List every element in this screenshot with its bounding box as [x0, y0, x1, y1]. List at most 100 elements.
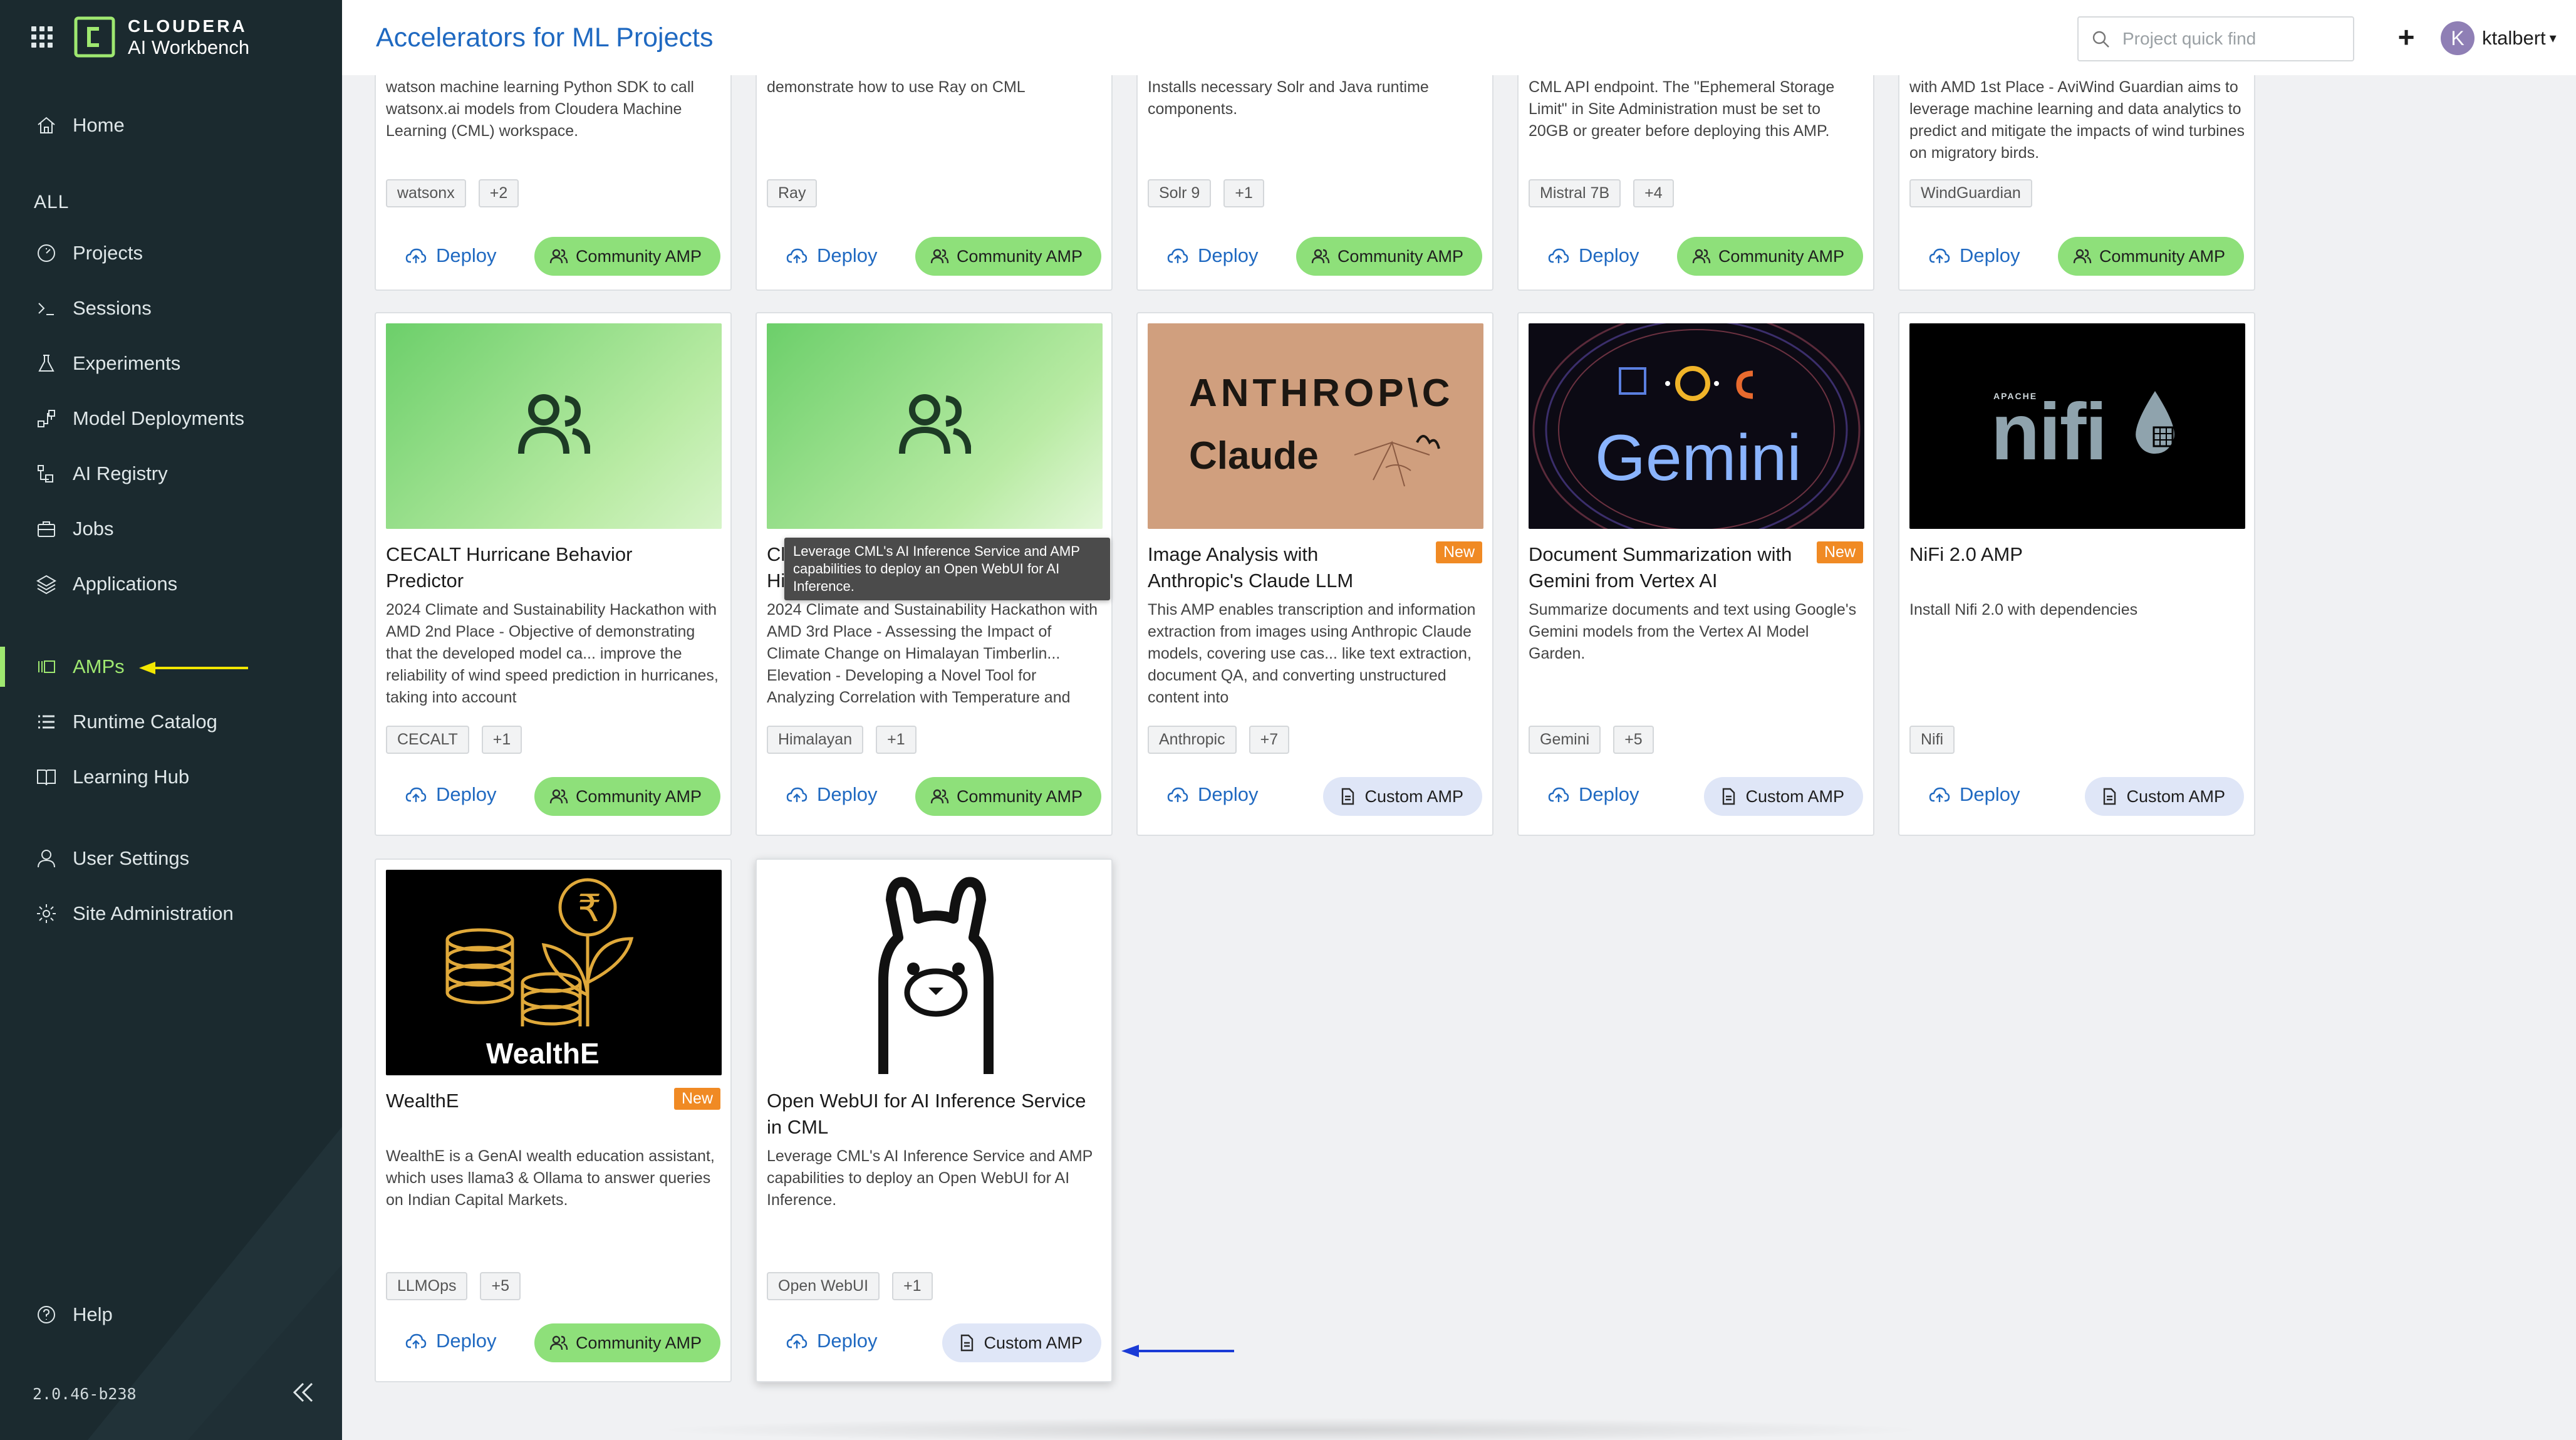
deploy-button[interactable]: Deploy	[1928, 244, 2020, 267]
app-launcher-icon[interactable]	[31, 26, 53, 48]
custom-amp-badge: Custom AMP	[1323, 777, 1482, 816]
list-icon	[34, 709, 59, 734]
nav-home[interactable]: Home	[0, 100, 342, 150]
user-icon	[34, 846, 59, 871]
home-icon	[34, 113, 59, 138]
card-description: Installs necessary Solr and Java runtime…	[1148, 78, 1429, 118]
amp-card: CML API endpoint. The "Ephemeral Storage…	[1517, 38, 1874, 291]
nav-applications[interactable]: Applications	[0, 559, 342, 609]
card-title: NiFi 2.0 AMP	[1909, 543, 2023, 565]
collapse-sidebar-icon[interactable]	[289, 1379, 317, 1406]
deploy-button[interactable]: Deploy	[786, 244, 878, 267]
version-label: 2.0.46-b238	[33, 1385, 137, 1403]
custom-amp-badge: Custom AMP	[1704, 777, 1863, 816]
nav-home-label: Home	[73, 114, 125, 136]
new-badge: New	[1816, 541, 1863, 563]
community-amp-badge: Community AMP	[2057, 237, 2244, 276]
deploy-button[interactable]: Deploy	[1928, 783, 2020, 806]
tooltip: Leverage CML's AI Inference Service and …	[784, 538, 1110, 600]
nav-model-deployments-label: Model Deployments	[73, 407, 244, 429]
cloud-upload-icon	[786, 1333, 808, 1349]
deploy-button[interactable]: Deploy	[405, 783, 497, 806]
cloud-upload-icon	[1929, 787, 1950, 802]
amp-card: Installs necessary Solr and Java runtime…	[1136, 38, 1493, 291]
amp-card: APACHE nifi NiFi 2.0 AMP Install Nifi 2.…	[1898, 312, 2255, 836]
card-description: demonstrate how to use Ray on CML	[767, 78, 1026, 96]
deploy-button[interactable]: Deploy	[1166, 244, 1259, 267]
tag: WindGuardian	[1909, 179, 2032, 207]
tag: +1	[892, 1272, 933, 1300]
nav-model-deployments[interactable]: Model Deployments	[0, 394, 342, 444]
users-icon	[1311, 249, 1330, 264]
deploy-button[interactable]: Deploy	[405, 244, 497, 267]
nav-sessions[interactable]: Sessions	[0, 283, 342, 333]
nav-ai-registry-label: AI Registry	[73, 462, 168, 484]
card-title: CECALT Hurricane Behavior Predictor	[386, 543, 633, 592]
tag: +1	[481, 726, 522, 754]
deploy-button[interactable]: Deploy	[786, 1330, 878, 1352]
nav-user-settings[interactable]: User Settings	[0, 833, 342, 884]
cloud-upload-icon	[1548, 787, 1569, 802]
ollama-llama-icon	[878, 877, 994, 1074]
book-icon	[34, 764, 59, 790]
user-menu[interactable]: K ktalbert ▾	[2441, 21, 2557, 55]
tag: Open WebUI	[767, 1272, 880, 1300]
nav-ai-registry[interactable]: AI Registry	[0, 449, 342, 499]
nav-learning-hub[interactable]: Learning Hub	[0, 752, 342, 802]
nav-site-administration-label: Site Administration	[73, 902, 234, 924]
sketch-icon	[1354, 435, 1440, 487]
brand-product: AI Workbench	[128, 36, 250, 58]
deploy-button[interactable]: Deploy	[786, 783, 878, 806]
tag: Nifi	[1909, 726, 1955, 754]
tag: LLMOps	[386, 1272, 468, 1300]
tag: +4	[1633, 179, 1674, 207]
nav-runtime-catalog[interactable]: Runtime Catalog	[0, 697, 342, 747]
deploy-button[interactable]: Deploy	[405, 1330, 497, 1352]
tag: +5	[1613, 726, 1654, 754]
tag: Ray	[767, 179, 818, 207]
add-button[interactable]: +	[2391, 23, 2422, 54]
nav-jobs[interactable]: Jobs	[0, 504, 342, 554]
cloud-upload-icon	[405, 1333, 427, 1349]
brand-name: CLOUDERA	[128, 16, 247, 36]
deploy-button[interactable]: Deploy	[1166, 783, 1259, 806]
nav-applications-label: Applications	[73, 573, 178, 595]
amp-card: ANTHROP\C Claude Image Analysis with Ant…	[1136, 312, 1493, 836]
caret-down-icon: ▾	[2549, 30, 2557, 46]
nav-section-all: ALL	[34, 192, 70, 212]
card-thumbnail: APACHE nifi	[1909, 323, 2245, 529]
nav-projects[interactable]: Projects	[0, 228, 342, 278]
cloud-upload-icon	[405, 787, 427, 802]
nav-learning-hub-label: Learning Hub	[73, 766, 190, 788]
users-icon	[1692, 249, 1711, 264]
tag: +2	[478, 179, 519, 207]
community-amp-badge: Community AMP	[915, 777, 1101, 816]
community-amp-badge: Community AMP	[534, 1323, 720, 1362]
card-description: This AMP enables transcription and infor…	[1148, 601, 1476, 706]
search-input[interactable]	[2122, 29, 2335, 49]
nav-site-administration[interactable]: Site Administration	[0, 889, 342, 939]
nifi-logo-text: nifi	[1991, 387, 2107, 477]
registry-icon	[34, 461, 59, 486]
users-icon	[2073, 249, 2092, 264]
card-title: Image Analysis with Anthropic's Claude L…	[1148, 543, 1354, 592]
tag: +1	[1223, 179, 1264, 207]
users-icon	[549, 249, 568, 264]
terminal-icon	[34, 296, 59, 321]
users-icon	[549, 789, 568, 804]
users-icon	[930, 249, 949, 264]
cloud-upload-icon	[786, 787, 808, 802]
cloud-upload-icon	[1548, 248, 1569, 263]
deploy-button[interactable]: Deploy	[1547, 244, 1639, 267]
project-quick-find[interactable]	[2077, 16, 2354, 61]
flask-icon	[34, 351, 59, 376]
amp-card: Gemini Document Summarization with Gemin…	[1517, 312, 1874, 836]
rupee-icon: ₹	[578, 887, 601, 931]
card-description: WealthE is a GenAI wealth education assi…	[386, 1147, 715, 1209]
nav-experiments[interactable]: Experiments	[0, 338, 342, 389]
nav-help[interactable]: Help	[0, 1290, 342, 1340]
deploy-button[interactable]: Deploy	[1547, 783, 1639, 806]
nav-amps-label: AMPs	[73, 655, 125, 677]
amp-card-open-webui[interactable]: Open WebUI for AI Inference Service in C…	[756, 858, 1113, 1382]
page-title: Accelerators for ML Projects	[376, 23, 714, 53]
